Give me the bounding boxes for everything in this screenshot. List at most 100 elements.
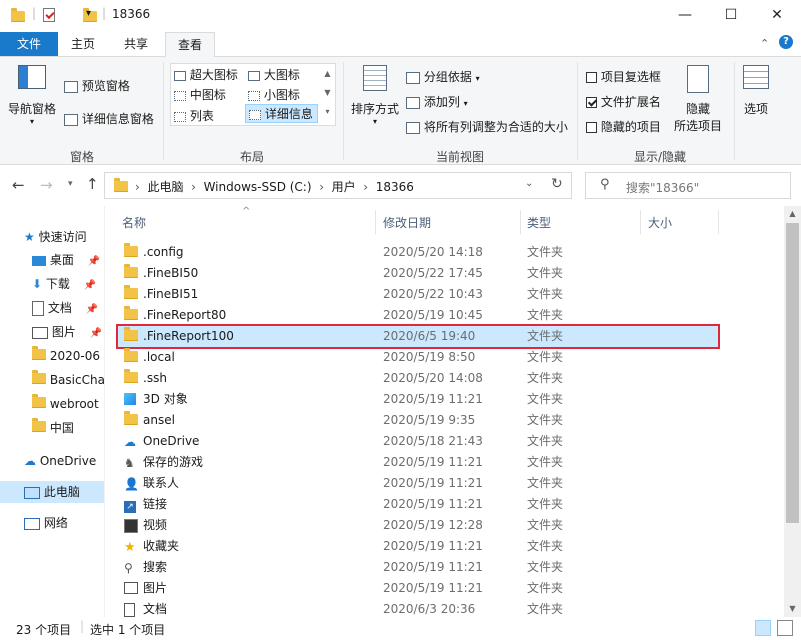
tab-home[interactable]: 主页 xyxy=(58,32,108,56)
group-by-button[interactable]: 分组依据 ▾ xyxy=(406,68,480,85)
table-row[interactable]: .config 2020/5/20 14:18 文件夹 xyxy=(118,242,718,263)
table-row[interactable]: 视频 2020/5/19 12:28 文件夹 xyxy=(118,515,718,536)
hide-selected-button[interactable]: 隐藏 所选项目 xyxy=(670,65,726,134)
list-icon xyxy=(174,111,186,122)
sort-icon xyxy=(363,65,387,91)
scrollbar-thumb[interactable] xyxy=(786,223,799,523)
table-row[interactable]: ♞ 保存的游戏 2020/5/19 11:21 文件夹 xyxy=(118,452,718,473)
close-button[interactable]: ✕ xyxy=(754,0,800,30)
column-divider[interactable] xyxy=(718,210,719,234)
layout-details[interactable]: 详细信息 xyxy=(245,104,318,123)
nav-quick-access[interactable]: ★ 快速访问 xyxy=(24,226,87,248)
vertical-scrollbar[interactable]: ▲ ▼ xyxy=(784,206,801,617)
item-checkbox-toggle[interactable]: 项目复选框 xyxy=(586,68,661,85)
collapse-ribbon-icon[interactable]: ⌃ xyxy=(760,37,769,50)
column-header-date[interactable]: 修改日期 xyxy=(383,212,431,234)
group-by-label: 分组依据 xyxy=(423,70,472,84)
fit-columns-button[interactable]: 将所有列调整为合适的大小 xyxy=(406,118,568,135)
nav-item-downloads[interactable]: ⬇ 下载 📌 xyxy=(32,273,96,295)
table-row[interactable]: .local 2020/5/19 8:50 文件夹 xyxy=(118,347,718,368)
column-header-type[interactable]: 类型 xyxy=(527,212,551,234)
table-row[interactable]: ⚲ 搜索 2020/5/19 11:21 文件夹 xyxy=(118,557,718,578)
large-icons-view-icon[interactable] xyxy=(777,620,793,636)
file-name: 3D 对象 xyxy=(143,392,188,406)
table-row[interactable]: ansel 2020/5/19 9:35 文件夹 xyxy=(118,410,718,431)
nav-this-pc[interactable]: 此电脑 xyxy=(0,481,104,503)
column-divider[interactable] xyxy=(375,210,376,234)
help-icon[interactable]: ? xyxy=(779,35,793,49)
nav-network[interactable]: 网络 xyxy=(24,512,68,534)
column-divider[interactable] xyxy=(520,210,521,234)
extra-large-icons-icon xyxy=(174,70,186,81)
folder-icon xyxy=(124,369,138,386)
layout-scroll[interactable]: ▲ ▼ ▾ xyxy=(322,64,333,121)
breadcrumb-user-folder[interactable]: 18366 xyxy=(376,180,414,194)
layout-extra-large[interactable]: 超大图标 xyxy=(174,66,238,83)
minimize-button[interactable]: — xyxy=(662,0,708,30)
column-header-name[interactable]: 名称 xyxy=(122,212,146,234)
nav-item-desktop[interactable]: 桌面 📌 xyxy=(32,249,100,271)
table-row[interactable]: .FineReport80 2020/5/19 10:45 文件夹 xyxy=(118,305,718,326)
layout-large[interactable]: 大图标 xyxy=(248,66,300,83)
column-header-size[interactable]: 大小 xyxy=(648,212,672,234)
table-row[interactable]: 3D 对象 2020/5/19 11:21 文件夹 xyxy=(118,389,718,410)
breadcrumb-this-pc[interactable]: 此电脑 xyxy=(147,180,183,194)
nav-onedrive[interactable]: ☁ OneDrive xyxy=(24,450,96,472)
nav-item-pictures[interactable]: 图片 📌 xyxy=(32,321,102,343)
up-icon[interactable]: ↑ xyxy=(86,175,99,193)
tab-file[interactable]: 文件 xyxy=(0,32,58,56)
recent-locations-icon[interactable]: ▾ xyxy=(68,179,73,189)
breadcrumb-users[interactable]: 用户 xyxy=(332,180,356,194)
table-row[interactable]: ↗ 链接 2020/5/19 11:21 文件夹 xyxy=(118,494,718,515)
address-dropdown-icon[interactable]: ⌄ xyxy=(525,178,533,189)
folder-icon xyxy=(124,306,138,323)
checkbox-icon xyxy=(586,122,597,133)
hide-selected-label: 隐藏 xyxy=(685,102,710,116)
search-input[interactable]: 搜索"18366" xyxy=(626,179,699,196)
nav-item-label: 下载 xyxy=(45,277,70,291)
maximize-button[interactable]: ☐ xyxy=(708,0,754,30)
breadcrumb-drive[interactable]: Windows-SSD (C:) xyxy=(204,180,312,194)
nav-pane-button[interactable]: 导航窗格 ▾ xyxy=(8,65,56,126)
details-view-icon[interactable] xyxy=(755,620,771,636)
nav-item-webroot[interactable]: webroot xyxy=(32,393,99,415)
layout-small[interactable]: 小图标 xyxy=(248,86,300,103)
table-row[interactable]: 图片 2020/5/19 11:21 文件夹 xyxy=(118,578,718,599)
cloud-icon: ☁ xyxy=(24,454,36,468)
nav-item-documents[interactable]: 文档 📌 xyxy=(32,297,98,319)
game-icon: ♞ xyxy=(124,456,135,470)
properties-icon[interactable] xyxy=(43,8,55,22)
scroll-up-icon[interactable]: ▲ xyxy=(784,206,801,222)
back-icon[interactable]: ← xyxy=(12,176,25,194)
file-extension-toggle[interactable]: 文件扩展名 xyxy=(586,93,661,110)
add-columns-button[interactable]: 添加列 ▾ xyxy=(406,93,468,110)
forward-icon[interactable]: → xyxy=(40,176,53,194)
sort-by-button[interactable]: 排序方式 ▾ xyxy=(349,65,401,126)
table-row[interactable]: .ssh 2020/5/20 14:08 文件夹 xyxy=(118,368,718,389)
layout-small-label: 小图标 xyxy=(263,88,300,102)
customize-toolbar-icon[interactable]: ▾ xyxy=(86,8,91,19)
nav-item-2020-06[interactable]: 2020-06 xyxy=(32,345,100,367)
layout-medium[interactable]: 中图标 xyxy=(174,86,226,103)
table-row[interactable]: .FineBI50 2020/5/22 17:45 文件夹 xyxy=(118,263,718,284)
options-button[interactable]: 选项 xyxy=(740,65,772,117)
nav-item-china[interactable]: 中国 xyxy=(32,417,74,439)
table-row[interactable]: 👤 联系人 2020/5/19 11:21 文件夹 xyxy=(118,473,718,494)
tab-view[interactable]: 查看 xyxy=(165,32,215,58)
address-bar[interactable]: › 此电脑 › Windows-SSD (C:) › 用户 › 18366 ⌄ … xyxy=(104,172,572,199)
status-bar: 23 个项目 | 选中 1 个项目 xyxy=(0,617,801,640)
table-row[interactable]: ★ 收藏夹 2020/5/19 11:21 文件夹 xyxy=(118,536,718,557)
tab-share[interactable]: 共享 xyxy=(110,32,162,56)
refresh-icon[interactable]: ↻ xyxy=(551,176,563,192)
table-row[interactable]: .FineReport100 2020/6/5 19:40 文件夹 xyxy=(116,324,720,349)
search-box[interactable]: ⚲ 搜索"18366" xyxy=(585,172,791,199)
hidden-items-toggle[interactable]: 隐藏的项目 xyxy=(586,118,661,135)
details-pane-button[interactable]: 详细信息窗格 xyxy=(64,110,154,127)
preview-pane-button[interactable]: 预览窗格 xyxy=(64,77,130,94)
nav-item-basicchart[interactable]: BasicCha xyxy=(32,369,104,391)
layout-list[interactable]: 列表 xyxy=(174,107,214,124)
table-row[interactable]: .FineBI51 2020/5/22 10:43 文件夹 xyxy=(118,284,718,305)
scroll-down-icon[interactable]: ▼ xyxy=(784,601,801,617)
column-divider[interactable] xyxy=(640,210,641,234)
table-row[interactable]: ☁ OneDrive 2020/5/18 21:43 文件夹 xyxy=(118,431,718,452)
